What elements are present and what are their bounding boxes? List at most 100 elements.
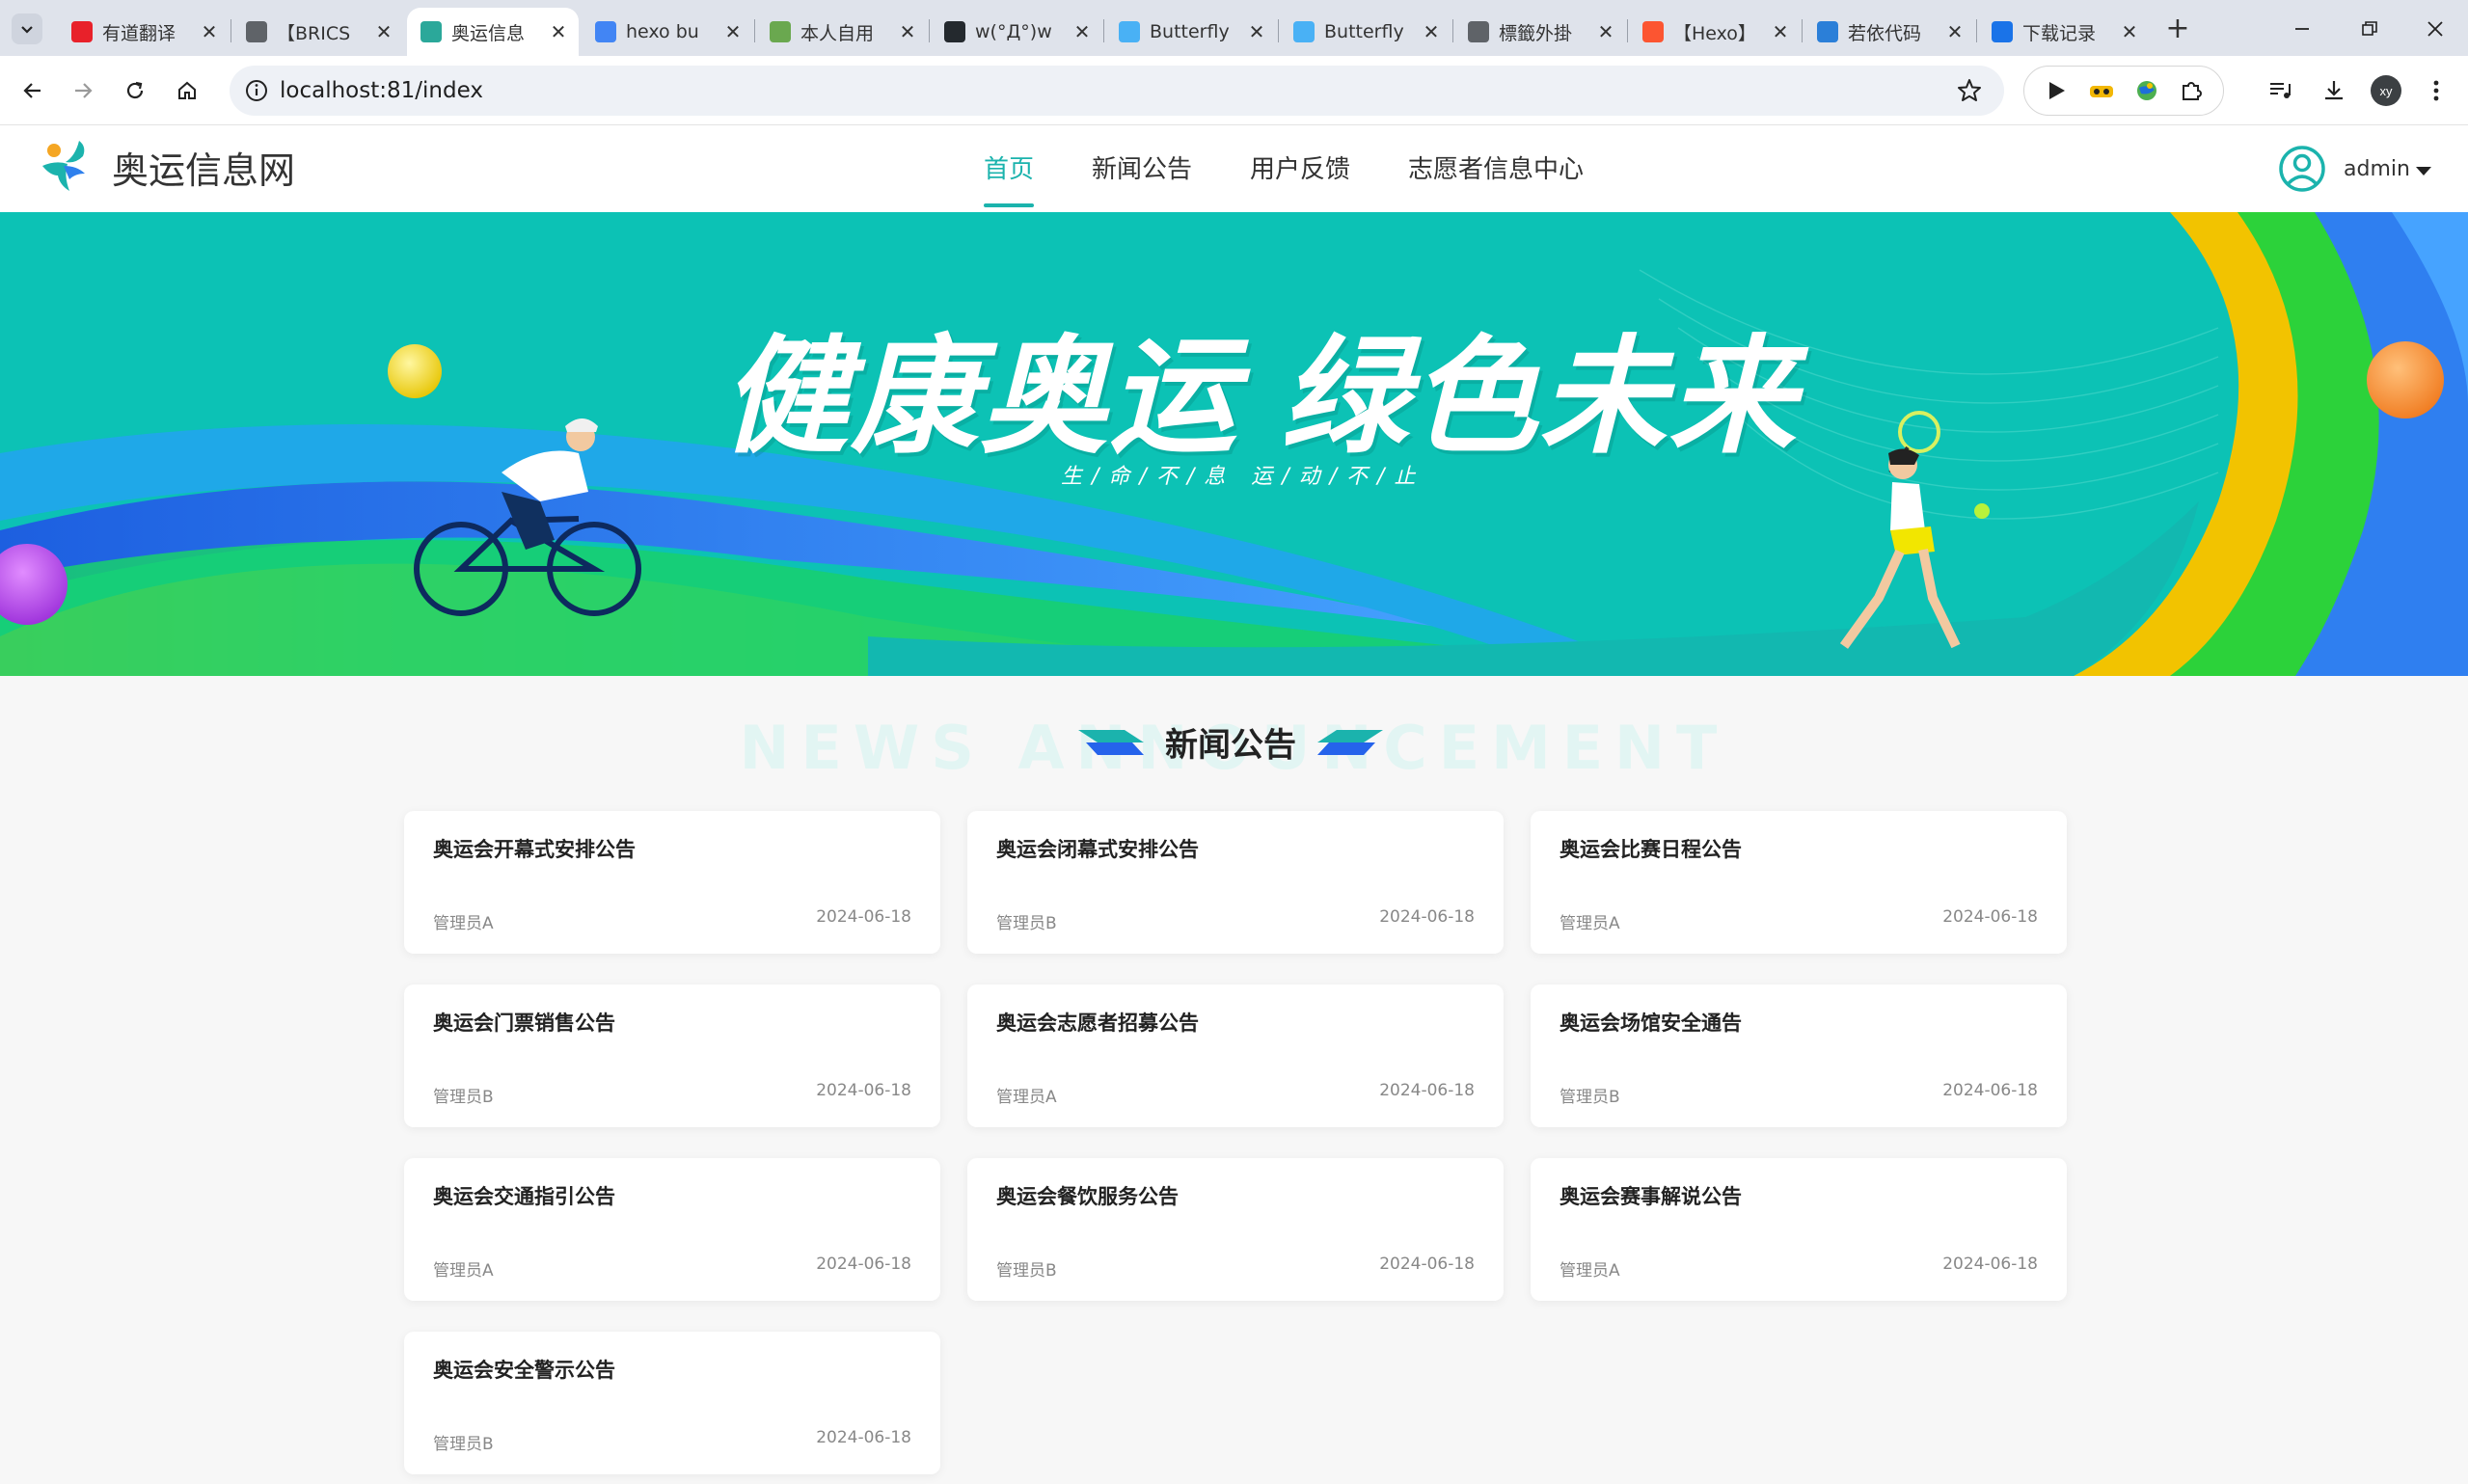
tab-label: 有道翻译 <box>102 22 176 44</box>
csdn-icon <box>1642 21 1664 42</box>
tab-label: w(°Д°)w <box>975 21 1052 42</box>
tab-label: Butterfly <box>1150 21 1230 42</box>
profile-button[interactable]: xy <box>2365 69 2407 112</box>
back-button[interactable] <box>12 69 54 112</box>
downloads-button[interactable] <box>2313 69 2355 112</box>
tab-close-icon[interactable]: ✕ <box>724 20 742 43</box>
tab-close-icon[interactable]: ✕ <box>1423 20 1440 43</box>
browser-tab[interactable]: 下载记录 ✕ <box>1978 8 2150 56</box>
tab-close-icon[interactable]: ✕ <box>1772 20 1789 43</box>
reload-button[interactable] <box>114 69 156 112</box>
butterfly-icon <box>1293 21 1315 42</box>
tab-search-button[interactable] <box>12 13 42 44</box>
site-brand[interactable]: 奥运信息网 <box>37 137 295 197</box>
tab-close-icon[interactable]: ✕ <box>375 20 393 43</box>
restore-button[interactable] <box>2336 10 2403 48</box>
news-card-date: 2024-06-18 <box>1379 1255 1475 1274</box>
news-card[interactable]: 奥运会餐饮服务公告 管理员B 2024-06-18 <box>967 1158 1504 1301</box>
news-card[interactable]: 奥运会闭幕式安排公告 管理员B 2024-06-18 <box>967 811 1504 954</box>
info-icon[interactable] <box>243 77 270 104</box>
news-card[interactable]: 奥运会门票销售公告 管理员B 2024-06-18 <box>404 985 940 1127</box>
tab-label: hexo bu <box>626 21 699 42</box>
tab-separator <box>1103 19 1104 42</box>
browser-tab[interactable]: 標籤外掛 ✕ <box>1454 8 1626 56</box>
username[interactable]: admin <box>2344 157 2410 181</box>
home-icon <box>178 81 196 99</box>
arrow-right-icon <box>75 83 93 98</box>
caret-down-icon[interactable] <box>2415 166 2431 175</box>
nav-item-home[interactable]: 首页 <box>984 125 1035 212</box>
tab-separator <box>929 19 930 42</box>
banner-headline: 健康奥运 绿色未来 <box>721 294 1798 478</box>
forward-button[interactable] <box>62 69 104 112</box>
user-menu[interactable]: admin <box>2278 145 2431 193</box>
tab-separator <box>1976 19 1977 42</box>
news-card-author: 管理员A <box>1559 1261 1620 1281</box>
site-icon <box>770 21 791 42</box>
news-card-author: 管理员A <box>1559 914 1620 933</box>
olympic-runner-logo-icon <box>42 141 85 191</box>
tab-separator <box>1452 19 1453 42</box>
nav-item-news[interactable]: 新闻公告 <box>1092 125 1192 212</box>
tab-close-icon[interactable]: ✕ <box>1248 20 1265 43</box>
news-card-title[interactable]: 奥运会餐饮服务公告 <box>996 1181 1179 1210</box>
tab-label: 【BRICS <box>277 22 351 44</box>
browser-toolbar: localhost:81/index xy <box>0 56 2468 125</box>
tampermonkey-extension-icon[interactable] <box>2088 78 2115 103</box>
news-card-author: 管理员A <box>433 914 494 933</box>
news-card[interactable]: 奥运会开幕式安排公告 管理员A 2024-06-18 <box>404 811 940 954</box>
tab-separator <box>1278 19 1279 42</box>
news-card-title[interactable]: 奥运会安全警示公告 <box>433 1355 615 1384</box>
play-extension-icon[interactable] <box>2044 78 2069 103</box>
close-window-button[interactable] <box>2401 10 2468 48</box>
tab-close-icon[interactable]: ✕ <box>1597 20 1614 43</box>
butterfly-icon <box>1119 21 1140 42</box>
browser-tab[interactable]: 有道翻译 ✕ <box>58 8 230 56</box>
browser-menu-button[interactable] <box>2415 69 2457 112</box>
minimize-button[interactable] <box>2268 10 2336 48</box>
new-tab-button[interactable]: + <box>2160 12 2195 46</box>
news-card[interactable]: 奥运会交通指引公告 管理员A 2024-06-18 <box>404 1158 940 1301</box>
media-control-button[interactable] <box>2259 69 2301 112</box>
news-card-title[interactable]: 奥运会赛事解说公告 <box>1559 1181 1742 1210</box>
tab-close-icon[interactable]: ✕ <box>1946 20 1964 43</box>
browser-tab[interactable]: w(°Д°)w ✕ <box>931 8 1102 56</box>
leaf-icon <box>420 21 442 42</box>
brand-name: 奥运信息网 <box>112 148 296 192</box>
tab-close-icon[interactable]: ✕ <box>1073 20 1091 43</box>
bookmark-star-icon[interactable] <box>1956 77 1983 104</box>
browser-tab[interactable]: Butterfly ✕ <box>1105 8 1277 56</box>
address-bar[interactable]: localhost:81/index <box>230 66 2004 116</box>
news-card[interactable]: 奥运会安全警示公告 管理员B 2024-06-18 <box>404 1332 940 1474</box>
url-text[interactable]: localhost:81/index <box>280 66 483 116</box>
nav-item-feedback[interactable]: 用户反馈 <box>1250 125 1350 212</box>
puzzle-extension-icon[interactable] <box>2179 78 2204 103</box>
home-button[interactable] <box>166 69 208 112</box>
tab-label: 奥运信息 <box>451 22 526 44</box>
browser-tab[interactable]: Butterfly ✕ <box>1280 8 1451 56</box>
browser-tab[interactable]: 【BRICS ✕ <box>232 8 404 56</box>
news-card-title[interactable]: 奥运会开幕式安排公告 <box>433 834 636 863</box>
news-card[interactable]: 奥运会志愿者招募公告 管理员A 2024-06-18 <box>967 985 1504 1127</box>
news-card-title[interactable]: 奥运会门票销售公告 <box>433 1008 615 1037</box>
browser-tab[interactable]: 奥运信息 ✕ <box>407 8 579 56</box>
browser-tab[interactable]: 【Hexo】 ✕ <box>1629 8 1801 56</box>
news-card-title[interactable]: 奥运会志愿者招募公告 <box>996 1008 1199 1037</box>
news-card[interactable]: 奥运会比赛日程公告 管理员A 2024-06-18 <box>1531 811 2067 954</box>
news-card-title[interactable]: 奥运会场馆安全通告 <box>1559 1008 1742 1037</box>
news-card[interactable]: 奥运会赛事解说公告 管理员A 2024-06-18 <box>1531 1158 2067 1301</box>
tab-close-icon[interactable]: ✕ <box>2121 20 2138 43</box>
nav-item-volunteer-center[interactable]: 志愿者信息中心 <box>1408 125 1584 212</box>
tab-close-icon[interactable]: ✕ <box>899 20 916 43</box>
tab-close-icon[interactable]: ✕ <box>201 20 218 43</box>
browser-tab[interactable]: 若依代码 ✕ <box>1804 8 1975 56</box>
google-icon <box>595 21 616 42</box>
globe-extension-icon[interactable] <box>2134 78 2159 103</box>
news-card-title[interactable]: 奥运会闭幕式安排公告 <box>996 834 1199 863</box>
tab-close-icon[interactable]: ✕ <box>550 20 567 43</box>
news-card-title[interactable]: 奥运会交通指引公告 <box>433 1181 615 1210</box>
browser-tab[interactable]: hexo bu ✕ <box>582 8 753 56</box>
news-card[interactable]: 奥运会场馆安全通告 管理员B 2024-06-18 <box>1531 985 2067 1127</box>
browser-tab[interactable]: 本人自用 ✕ <box>756 8 928 56</box>
news-card-title[interactable]: 奥运会比赛日程公告 <box>1559 834 1742 863</box>
